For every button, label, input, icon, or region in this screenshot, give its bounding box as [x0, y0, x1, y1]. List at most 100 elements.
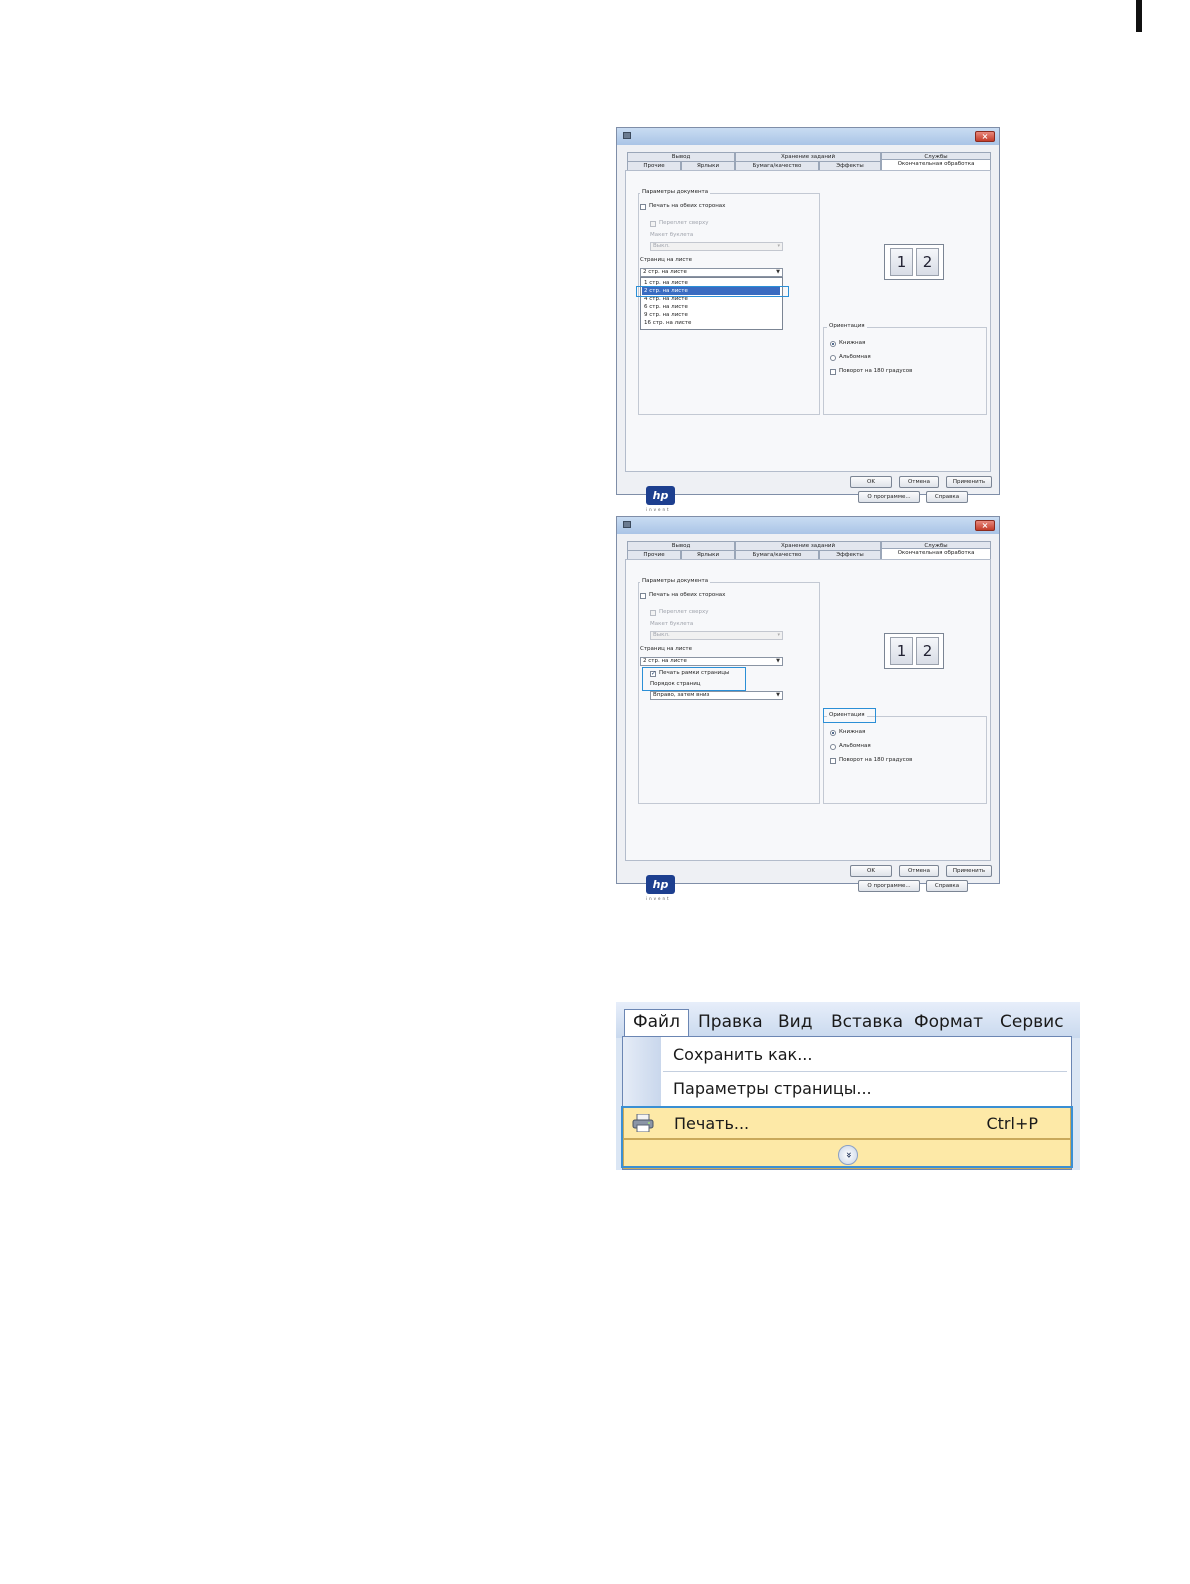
booklet-value: Выкл.	[653, 632, 670, 638]
finishing-panel: Параметры документа Печать на обеих стор…	[625, 559, 991, 901]
close-button[interactable]: ×	[975, 131, 995, 142]
portrait-radio[interactable]	[830, 730, 836, 736]
ok-button[interactable]: OK	[850, 865, 892, 877]
tab-finishing[interactable]: Окончательная обработка	[881, 159, 991, 170]
page-order-value: Вправо, затем вниз	[653, 692, 710, 698]
highlight-page-borders	[642, 667, 746, 691]
save-as-label: Сохранить как...	[673, 1045, 813, 1064]
chevron-down-icon: ▼	[776, 269, 780, 275]
tab-paper-quality[interactable]: Бумага/качество	[735, 161, 819, 170]
booklet-label: Макет буклета	[650, 232, 694, 238]
tab-job-storage[interactable]: Хранение заданий	[735, 152, 881, 161]
duplex-label: Печать на обеих сторонах	[649, 203, 726, 209]
pages-per-sheet-label: Страниц на листе	[640, 646, 692, 652]
flip-up-checkbox[interactable]	[650, 221, 656, 227]
landscape-label: Альбомная	[839, 743, 871, 749]
chevron-down-icon: ▼	[776, 692, 780, 698]
menu-file[interactable]: Файл	[624, 1009, 689, 1036]
booklet-select[interactable]: Выкл. ▾	[650, 242, 783, 251]
tab-job-storage[interactable]: Хранение заданий	[735, 541, 881, 550]
cancel-button[interactable]: Отмена	[899, 865, 939, 877]
menu-insert[interactable]: Вставка	[831, 1011, 903, 1033]
pages-per-sheet-select[interactable]: 2 стр. на листе ▼	[640, 657, 783, 666]
title-bar: ×	[617, 128, 999, 145]
menu-separator	[663, 1071, 1067, 1072]
printer-icon	[623, 521, 631, 528]
landscape-radio[interactable]	[830, 744, 836, 750]
document-options-title: Параметры документа	[640, 189, 711, 196]
rotate-label: Поворот на 180 градусов	[839, 368, 913, 374]
orientation-title: Ориентация	[827, 323, 867, 330]
preview-page-1: 1	[890, 637, 913, 665]
help-button[interactable]: Справка	[926, 491, 968, 503]
rotate-label: Поворот на 180 градусов	[839, 757, 913, 763]
chevron-down-icon: ▾	[777, 243, 780, 249]
cancel-button[interactable]: Отмена	[899, 476, 939, 488]
preview-page-2: 2	[916, 248, 939, 276]
option-16-pages[interactable]: 16 стр. на листе	[642, 319, 780, 327]
hp-logo: hp	[646, 486, 675, 505]
menu-edit[interactable]: Правка	[698, 1011, 763, 1033]
printer-properties-dialog-1: × Вывод Хранение заданий Службы Прочие Я…	[616, 127, 1000, 512]
landscape-radio[interactable]	[830, 355, 836, 361]
about-button[interactable]: О программе...	[858, 491, 920, 503]
menu-item-save-as[interactable]: Сохранить как...	[623, 1039, 1071, 1071]
tab-output[interactable]: Вывод	[627, 152, 735, 161]
booklet-select[interactable]: Выкл. ▾	[650, 631, 783, 640]
hp-logo: hp	[646, 875, 675, 894]
layout-preview: 1 2	[884, 633, 944, 669]
page-setup-label: Параметры страницы...	[673, 1079, 872, 1098]
tab-effects[interactable]: Эффекты	[819, 161, 881, 170]
pages-per-sheet-select[interactable]: 2 стр. на листе ▼	[640, 268, 783, 277]
page-edge-rule	[1136, 0, 1142, 32]
option-9-pages[interactable]: 9 стр. на листе	[642, 311, 780, 319]
tab-finishing[interactable]: Окончательная обработка	[881, 548, 991, 559]
duplex-checkbox[interactable]	[640, 204, 646, 210]
word-file-menu: Файл Правка Вид Вставка Формат Сервис Со…	[616, 1002, 1080, 1170]
title-bar: ×	[617, 517, 999, 534]
highlight-orientation	[823, 708, 876, 723]
menu-item-page-setup[interactable]: Параметры страницы...	[623, 1073, 1071, 1105]
about-button[interactable]: О программе...	[858, 880, 920, 892]
tab-shortcuts[interactable]: Ярлыки	[681, 161, 735, 170]
close-button[interactable]: ×	[975, 520, 995, 531]
pages-per-sheet-dropdown: 1 стр. на листе 2 стр. на листе 4 стр. н…	[640, 277, 783, 330]
tab-other[interactable]: Прочие	[627, 161, 681, 170]
chevron-down-icon: ▼	[776, 658, 780, 664]
printer-icon	[623, 132, 631, 139]
rotate-checkbox[interactable]	[830, 369, 836, 375]
portrait-radio[interactable]	[830, 341, 836, 347]
tab-other[interactable]: Прочие	[627, 550, 681, 559]
highlight-selected-option	[636, 286, 789, 297]
tab-output[interactable]: Вывод	[627, 541, 735, 550]
menu-view[interactable]: Вид	[778, 1011, 812, 1033]
tab-effects[interactable]: Эффекты	[819, 550, 881, 559]
apply-button[interactable]: Применить	[946, 865, 992, 877]
pages-per-sheet-label: Страниц на листе	[640, 257, 692, 263]
ok-button[interactable]: OK	[850, 476, 892, 488]
menu-format[interactable]: Формат	[914, 1011, 983, 1033]
chevron-down-icon: ▾	[777, 632, 780, 638]
option-6-pages[interactable]: 6 стр. на листе	[642, 303, 780, 311]
duplex-checkbox[interactable]	[640, 593, 646, 599]
printer-properties-dialog-2: × Вывод Хранение заданий Службы Прочие Я…	[616, 516, 1000, 901]
tab-paper-quality[interactable]: Бумага/качество	[735, 550, 819, 559]
booklet-value: Выкл.	[653, 243, 670, 249]
tab-shortcuts[interactable]: Ярлыки	[681, 550, 735, 559]
hp-logo-tagline: invent	[646, 507, 671, 512]
pages-per-sheet-value: 2 стр. на листе	[643, 658, 687, 664]
layout-preview: 1 2	[884, 244, 944, 280]
portrait-label: Книжная	[839, 340, 866, 346]
flip-up-label: Переплет сверху	[659, 609, 709, 615]
hp-logo-tagline: invent	[646, 896, 671, 901]
rotate-checkbox[interactable]	[830, 758, 836, 764]
duplex-label: Печать на обеих сторонах	[649, 592, 726, 598]
help-button[interactable]: Справка	[926, 880, 968, 892]
apply-button[interactable]: Применить	[946, 476, 992, 488]
document-options-title: Параметры документа	[640, 578, 711, 585]
menu-tools[interactable]: Сервис	[1000, 1011, 1064, 1033]
pages-per-sheet-value: 2 стр. на листе	[643, 269, 687, 275]
page-order-select[interactable]: Вправо, затем вниз ▼	[650, 691, 783, 700]
finishing-panel: Параметры документа Печать на обеих стор…	[625, 170, 991, 512]
flip-up-checkbox[interactable]	[650, 610, 656, 616]
